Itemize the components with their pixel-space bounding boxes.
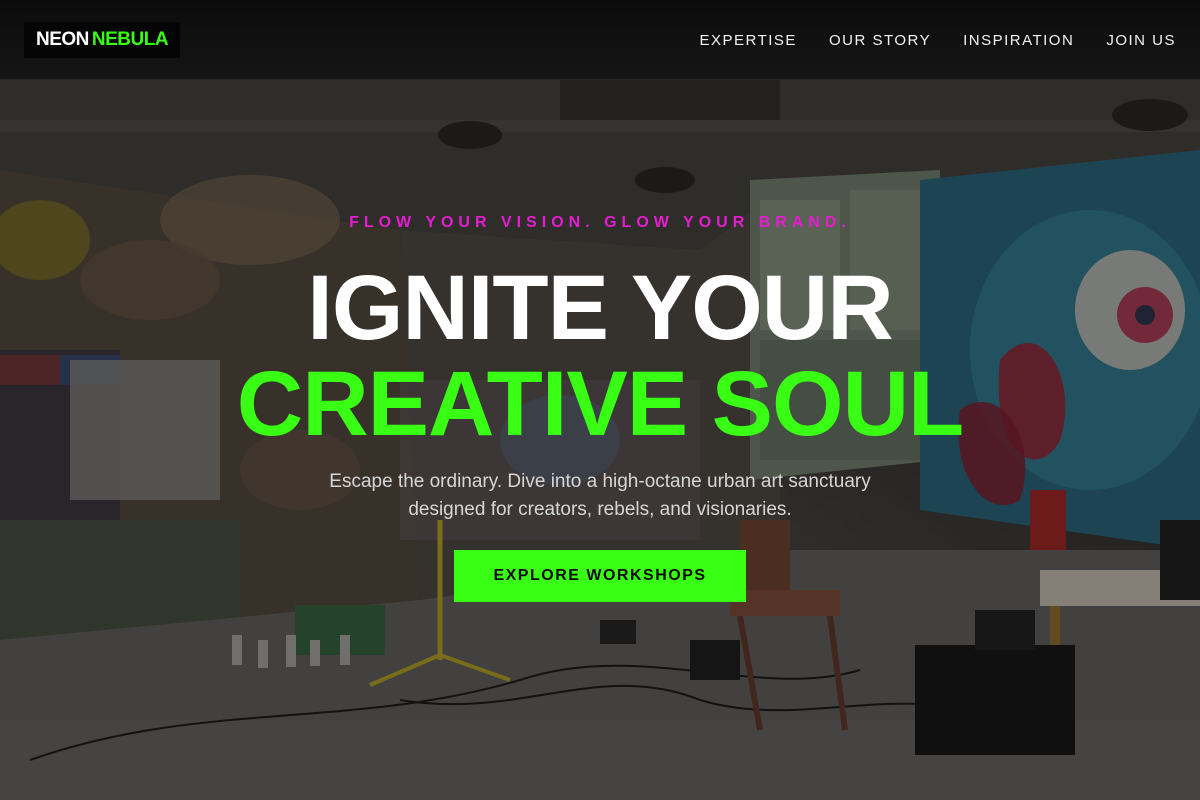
- hero-subtitle: Escape the ordinary. Dive into a high-oc…: [329, 471, 871, 520]
- logo-word-neon: NEON: [36, 29, 89, 50]
- hero-section: FLOW YOUR VISION. GLOW YOUR BRAND. IGNIT…: [0, 80, 1200, 800]
- hero-tagline: FLOW YOUR VISION. GLOW YOUR BRAND.: [349, 214, 851, 231]
- main-menu: EXPERTISE OUR STORY INSPIRATION JOIN US: [700, 0, 1176, 80]
- top-navbar: NEON NEBULA EXPERTISE OUR STORY INSPIRAT…: [0, 0, 1200, 80]
- explore-workshops-button[interactable]: EXPLORE WORKSHOPS: [454, 550, 746, 602]
- nav-link-our-story[interactable]: OUR STORY: [829, 32, 931, 49]
- brand-logo[interactable]: NEON NEBULA: [24, 22, 181, 58]
- logo-word-nebula: NEBULA: [91, 29, 169, 50]
- hero-title-line-1: IGNITE YOUR: [307, 257, 893, 359]
- nav-link-expertise[interactable]: EXPERTISE: [700, 32, 797, 49]
- hero-title-line-2: CREATIVE SOUL: [236, 353, 964, 455]
- nav-link-join-us[interactable]: JOIN US: [1106, 32, 1176, 49]
- nav-link-inspiration[interactable]: INSPIRATION: [963, 32, 1074, 49]
